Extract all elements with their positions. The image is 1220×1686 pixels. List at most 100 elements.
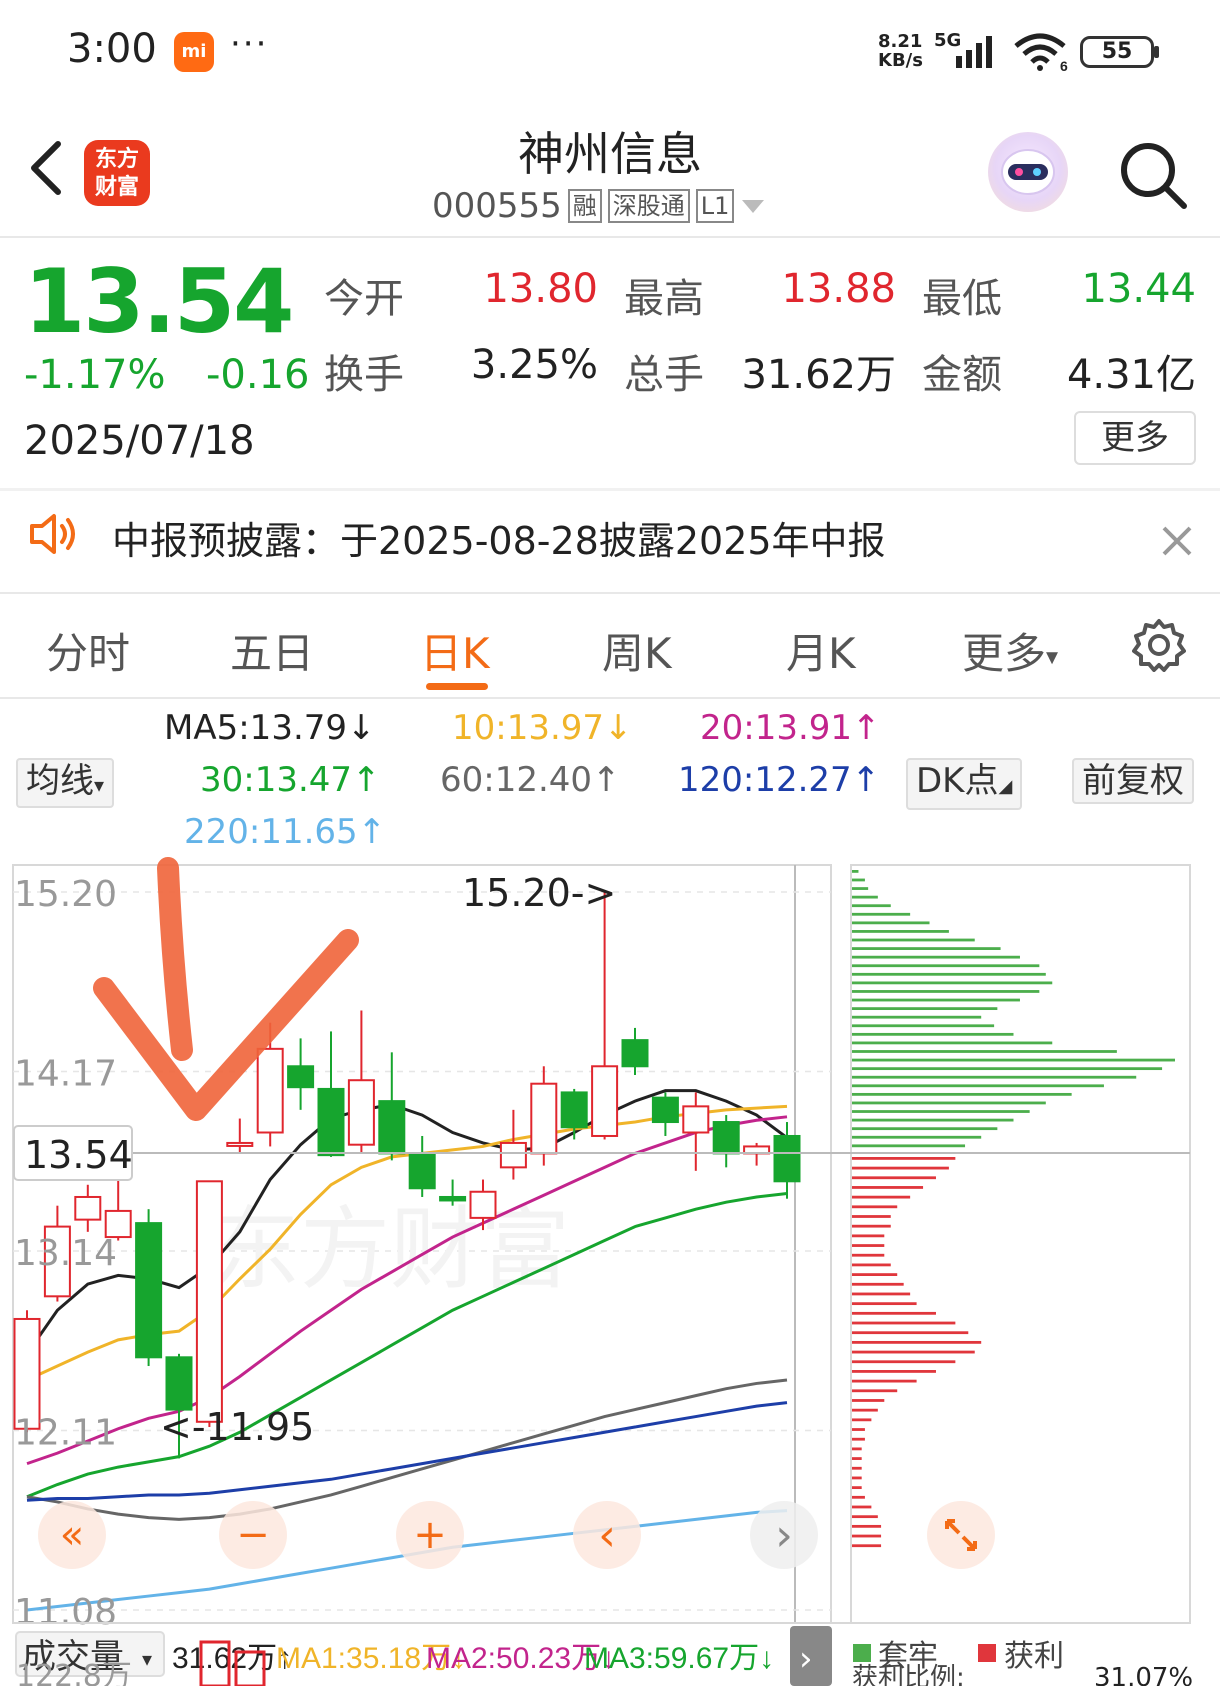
net-speed: 8.21 KB/s [878,32,923,70]
chip-bar-trap [852,1032,1014,1036]
adjust-price-button[interactable]: 前复权 [1072,758,1194,804]
low-label: 最低 [922,276,1002,322]
tab-intraday[interactable]: 分时 [46,620,130,681]
chip-bar-profit [852,1205,898,1209]
candle-body [378,1100,406,1155]
chip-bar-trap [852,1067,1163,1071]
ma-type-caret-icon: ▾ [94,773,105,797]
more-quote-button[interactable]: 更多 [1074,411,1196,465]
ma5-value: MA5:13.79↓ [164,708,376,748]
more-notifications-icon: ··· [230,24,269,64]
chip-bar-trap [852,990,1040,993]
volume-value: 31.62万↑ [172,1642,292,1675]
profit-legend-swatch [978,1644,996,1662]
level-tag: L1 [695,189,735,223]
zoom-in-button[interactable]: + [396,1501,464,1569]
profit-legend: 获利 [1004,1639,1064,1674]
tab-weekly-k[interactable]: 周K [602,620,672,681]
y-tick-label: 12.11 [14,1413,117,1454]
chip-bar-trap [852,981,1053,985]
chip-bar-trap [852,1024,995,1028]
signal-icon [956,36,992,68]
chip-bar-profit [852,1253,885,1257]
tab-monthly-k[interactable]: 月K [786,620,856,681]
volume-label: 总手 [624,352,704,398]
chip-bar-trap [852,1144,966,1148]
ma-type-button[interactable]: 均线▾ [16,758,115,808]
quote-date: 2025/07/18 [24,418,255,464]
chip-bar-trap [852,1118,1014,1122]
chip-bar-trap [852,1058,1175,1062]
chevron-left-icon: ‹ [598,1510,616,1561]
high-label: 最高 [624,276,704,322]
fullscreen-button[interactable] [927,1501,995,1569]
candle-body [256,1047,284,1134]
zoom-out-button[interactable]: − [219,1501,287,1569]
zoom-out-fast-button[interactable]: « [38,1501,106,1569]
chip-bar-profit [852,1263,891,1267]
chip-bar-profit [852,1157,956,1160]
chip-bar-trap [852,895,878,899]
stock-code-row[interactable]: 000555 融 深股通 L1 [432,186,766,226]
tab-daily-k[interactable]: 日K [420,620,490,681]
trap-legend-swatch [853,1644,871,1662]
tab-more[interactable]: 更多▾ [962,620,1058,681]
chip-bar-trap [852,955,1020,959]
chip-bar-profit [852,1389,898,1393]
stock-code: 000555 [432,186,562,226]
settings-gear-icon[interactable] [1132,618,1186,672]
notice-text[interactable]: 中报预披露：于2025-08-28披露2025年中报 [112,510,886,565]
scroll-right-button[interactable]: › [750,1501,818,1569]
kline-chart[interactable]: 东方财富 15.20 14.17 13.14 12.11 11.08 13.54 15.… [0,840,1220,1686]
rewind-icon: « [60,1512,84,1558]
chip-bar-profit [852,1534,882,1538]
candle-body [560,1091,588,1129]
candle-body [591,1065,619,1137]
chip-bar-profit [852,1447,862,1451]
expand-indicator-icon: › [799,1639,813,1679]
profit-ratio-label: 获利比例: [852,1663,965,1686]
mi-app-icon: mi [174,32,214,72]
scroll-left-button[interactable]: ‹ [573,1501,641,1569]
chip-bar-trap [852,921,930,925]
chip-bar-trap [852,904,891,908]
close-notice-icon[interactable] [1160,524,1194,558]
dk-point-button[interactable]: DK点◢ [906,758,1023,810]
amount-value: 4.31亿 [1066,352,1196,398]
candle-body [439,1195,467,1202]
chip-bar-profit [852,1360,956,1364]
chevron-right-icon: › [775,1510,793,1561]
chip-bar-profit [852,1370,936,1373]
tab-five-day[interactable]: 五日 [230,620,314,681]
ma20-value: 20:13.91↑ [700,708,881,748]
current-price-tag: 13.54 [24,1133,133,1177]
connect-tag: 深股通 [607,189,690,223]
robot-assistant-icon[interactable] [988,132,1068,212]
chip-bar-profit [852,1166,949,1170]
wifi-icon: 6 [1014,33,1068,72]
chip-bar-profit [852,1244,885,1247]
chip-bar-profit [852,1292,911,1296]
candle-body [530,1082,558,1155]
tab-more-label: 更多 [962,629,1047,678]
handdrawn-arrow-shaft [157,857,193,1061]
volume-caret-icon: ▾ [142,1647,152,1671]
quote-divider [0,488,1220,491]
candle-body [469,1190,497,1219]
chip-bar-profit [852,1437,865,1441]
chip-bar-trap [852,998,1020,1002]
chip-bar-profit [852,1399,885,1402]
high-annotation: 15.20-> [462,871,616,915]
candle-body [712,1121,740,1155]
candle-body [287,1065,315,1089]
chip-bar-profit [852,1524,882,1528]
chip-bar-trap [852,1135,982,1139]
chip-bar-profit [852,1466,862,1470]
chip-bar-trap [852,1110,1030,1113]
chip-bar-profit [852,1186,924,1189]
change-percent: -1.17% [24,352,166,398]
chip-bar-profit [852,1418,872,1422]
candle-body [408,1152,436,1190]
search-icon[interactable] [1118,140,1188,210]
net-speed-value: 8.21 [878,31,923,52]
